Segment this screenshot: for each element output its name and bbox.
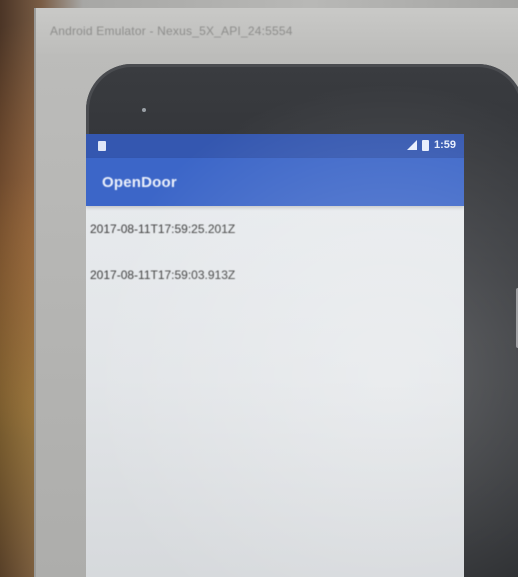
sd-card-icon (98, 141, 106, 151)
sensor-dot (142, 108, 146, 112)
device-screen: 1:59 OpenDoor 2017-08-11T17:59:25.201Z 2… (86, 134, 464, 577)
emulator-title: Android Emulator - Nexus_5X_API_24:5554 (50, 24, 293, 38)
status-time: 1:59 (433, 139, 456, 151)
timestamp-list: 2017-08-11T17:59:25.201Z 2017-08-11T17:5… (86, 206, 464, 298)
app-bar: OpenDoor (86, 158, 464, 206)
signal-icon (406, 140, 417, 150)
list-item[interactable]: 2017-08-11T17:59:25.201Z (86, 206, 464, 252)
app-title: OpenDoor (102, 174, 177, 191)
emulator-titlebar[interactable]: Android Emulator - Nexus_5X_API_24:5554 (36, 8, 518, 54)
status-indicators: 1:59 (406, 139, 456, 151)
photo-background: Android Emulator - Nexus_5X_API_24:5554 … (0, 0, 518, 577)
battery-icon (421, 139, 429, 151)
status-bar: 1:59 (86, 134, 464, 158)
list-item[interactable]: 2017-08-11T17:59:03.913Z (86, 252, 464, 298)
